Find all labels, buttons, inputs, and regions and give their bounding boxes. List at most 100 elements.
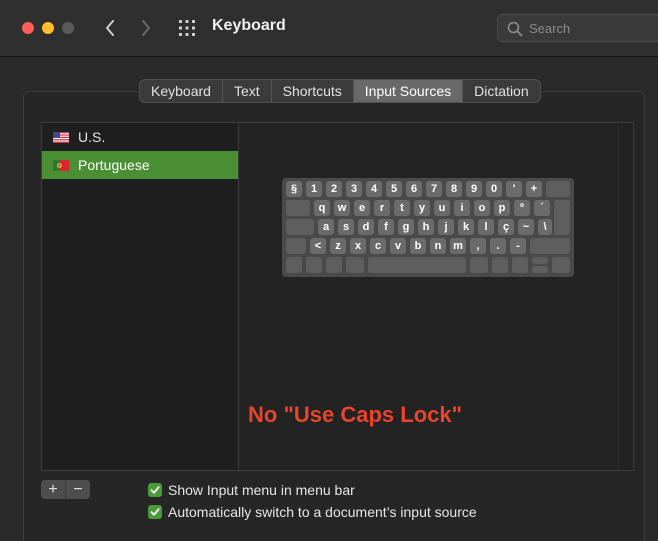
key: ´ — [534, 200, 550, 216]
zoom-button[interactable] — [62, 22, 74, 34]
key: w — [334, 200, 350, 216]
key: 9 — [466, 181, 482, 197]
add-remove-control: + − — [41, 480, 90, 499]
right-arrow-key — [552, 257, 570, 273]
up-arrow-key — [532, 257, 548, 264]
forward-button[interactable] — [132, 14, 160, 42]
key: 8 — [446, 181, 462, 197]
key: 3 — [346, 181, 362, 197]
key: § — [286, 181, 302, 197]
key: z — [330, 238, 346, 254]
key: ~ — [518, 219, 534, 235]
fn-key — [286, 257, 302, 273]
input-source-list: U.S. Portuguese — [41, 122, 239, 471]
command-key — [346, 257, 364, 273]
show-all-grid-icon[interactable] — [178, 19, 196, 37]
show-input-menu-label: Show Input menu in menu bar — [168, 482, 355, 498]
key: s — [338, 219, 354, 235]
key: f — [378, 219, 394, 235]
close-button[interactable] — [22, 22, 34, 34]
auto-switch-option[interactable]: Automatically switch to a document’s inp… — [148, 503, 477, 521]
key: g — [398, 219, 414, 235]
key: u — [434, 200, 450, 216]
list-item-us[interactable]: U.S. — [42, 123, 239, 151]
tab-dictation[interactable]: Dictation — [463, 80, 539, 102]
key: q — [314, 200, 330, 216]
key: - — [510, 238, 526, 254]
key: º — [514, 200, 530, 216]
option-key — [326, 257, 342, 273]
scroll-track — [618, 123, 633, 470]
minimize-button[interactable] — [42, 22, 54, 34]
key: n — [430, 238, 446, 254]
right-command-key — [470, 257, 488, 273]
keyboard-layout-preview: § 1 2 3 4 5 6 7 8 9 0 ' + q w e r t y u … — [282, 178, 574, 277]
us-flag-icon — [53, 131, 69, 143]
key: r — [374, 200, 390, 216]
key: 4 — [366, 181, 382, 197]
down-arrow-key — [532, 266, 548, 273]
key: i — [454, 200, 470, 216]
chevron-right-icon — [142, 20, 150, 36]
portugal-flag-icon — [53, 159, 69, 171]
key: 5 — [386, 181, 402, 197]
list-item-label: U.S. — [78, 129, 106, 145]
list-item-label: Portuguese — [78, 157, 150, 173]
key: p — [494, 200, 510, 216]
checkmark-icon — [150, 508, 160, 516]
add-source-button[interactable]: + — [41, 480, 66, 499]
key: d — [358, 219, 374, 235]
key: 7 — [426, 181, 442, 197]
left-arrow-key — [512, 257, 528, 273]
key: ' — [506, 181, 522, 197]
tab-key — [286, 200, 310, 216]
space-key — [368, 257, 466, 273]
annotation-text: No "Use Caps Lock" — [248, 402, 463, 427]
keyboard-preferences-window: Keyboard Search Keyboard Text Shortcuts … — [0, 0, 658, 541]
left-shift-key — [286, 238, 306, 254]
list-item-portuguese[interactable]: Portuguese — [42, 151, 239, 179]
key: \ — [538, 219, 552, 235]
key: x — [350, 238, 366, 254]
delete-key — [546, 181, 570, 197]
tab-input-sources[interactable]: Input Sources — [353, 80, 464, 102]
tab-text[interactable]: Text — [223, 80, 272, 102]
tab-shortcuts[interactable]: Shortcuts — [272, 80, 354, 102]
key: v — [390, 238, 406, 254]
control-key — [306, 257, 322, 273]
key: 1 — [306, 181, 322, 197]
search-field[interactable]: Search — [497, 14, 658, 42]
key: c — [370, 238, 386, 254]
key: e — [354, 200, 370, 216]
key: l — [478, 219, 494, 235]
title-bar: Keyboard Search — [0, 0, 658, 57]
key: y — [414, 200, 430, 216]
tab-bar: Keyboard Text Shortcuts Input Sources Di… — [139, 79, 541, 103]
back-button[interactable] — [96, 14, 124, 42]
key: j — [438, 219, 454, 235]
return-key — [554, 200, 570, 235]
checkmark-icon — [150, 486, 160, 494]
auto-switch-checkbox[interactable] — [148, 505, 162, 519]
show-input-menu-option[interactable]: Show Input menu in menu bar — [148, 481, 355, 499]
tab-keyboard[interactable]: Keyboard — [140, 80, 223, 102]
key: < — [310, 238, 326, 254]
caps-lock-key — [286, 219, 314, 235]
search-placeholder: Search — [529, 21, 571, 36]
key: ç — [498, 219, 514, 235]
right-option-key — [492, 257, 508, 273]
auto-switch-label: Automatically switch to a document’s inp… — [168, 504, 477, 520]
key: h — [418, 219, 434, 235]
key: , — [470, 238, 486, 254]
key: o — [474, 200, 490, 216]
remove-source-button[interactable]: − — [66, 480, 90, 499]
key: + — [526, 181, 542, 197]
window-title: Keyboard — [212, 17, 286, 34]
key: 6 — [406, 181, 422, 197]
key: a — [318, 219, 334, 235]
key: k — [458, 219, 474, 235]
key: 0 — [486, 181, 502, 197]
show-input-menu-checkbox[interactable] — [148, 483, 162, 497]
key: 2 — [326, 181, 342, 197]
key: b — [410, 238, 426, 254]
